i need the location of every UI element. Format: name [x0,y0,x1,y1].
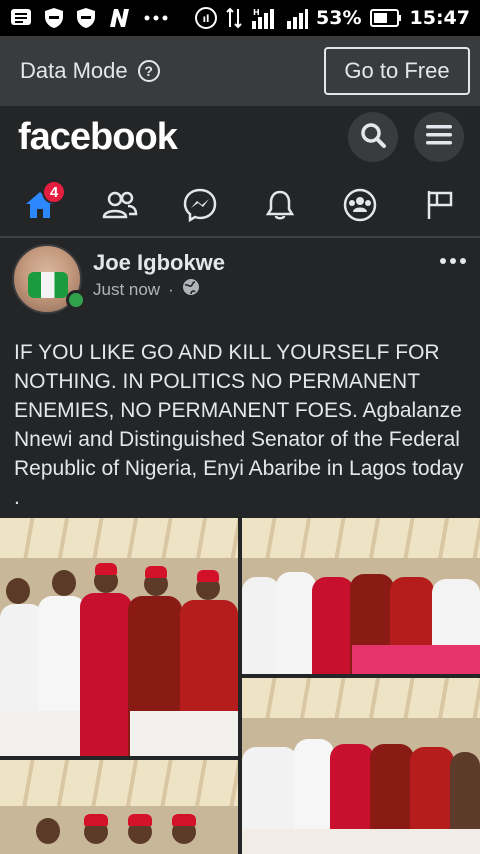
more-dot [450,258,456,264]
main-nav: 4 [0,178,480,236]
post-text: IF YOU LIKE GO AND KILL YOURSELF FOR NOT… [14,341,464,509]
messenger-icon [183,188,217,227]
tab-home[interactable]: 4 [0,178,80,236]
status-icons-left [10,7,168,29]
tent-canopy [242,678,480,718]
more-dot [440,258,446,264]
data-arrows-icon [226,7,242,29]
shield-icon [76,7,96,29]
table [0,711,80,756]
post-photo[interactable] [242,518,480,674]
person [80,592,132,756]
tab-groups[interactable] [320,178,400,236]
status-bar: ıl H 53% 15:47 [0,0,480,36]
help-icon[interactable]: ? [137,60,160,82]
person [312,576,354,674]
face-mask [28,272,68,298]
post-options-button[interactable] [440,258,466,264]
data-mode-bar: Data Mode ? Go to Free [0,36,480,106]
groups-icon [343,188,377,227]
meta-separator: · [168,279,174,299]
red-cap [95,562,117,575]
post-photo[interactable] [0,760,238,854]
photo-people [0,781,238,854]
person [276,571,316,674]
bell-icon [265,189,295,226]
photo-people [242,717,480,854]
head [36,818,60,844]
signal-icon [286,7,309,29]
post-meta: Just now · [93,278,200,301]
menu-icon [425,123,453,152]
table [130,711,238,756]
flag-icon [425,189,455,226]
facebook-logo[interactable]: facebook [18,116,178,159]
post-photo[interactable] [0,518,238,756]
online-indicator [66,290,86,310]
search-button[interactable] [348,112,398,162]
red-cap [84,814,108,826]
data-mode-label: Data Mode [20,58,128,83]
photo-people [0,562,238,756]
red-cap [197,570,219,583]
tab-messenger[interactable] [160,178,240,236]
head [52,570,76,597]
message-icon [10,8,32,28]
table [242,829,480,854]
battery-icon [369,9,402,27]
status-icons-right: ıl H 53% 15:47 [194,6,470,30]
red-cap [172,814,196,826]
red-cap [145,566,167,579]
search-icon [359,121,387,154]
tab-pages[interactable] [400,178,480,236]
notification-badge: 4 [42,180,66,204]
photo-people [242,552,480,674]
post-time[interactable]: Just now [93,280,160,300]
tent-canopy [0,518,238,558]
facebook-header: facebook 4 [0,106,480,238]
head [6,577,30,604]
more-dots-icon [144,15,168,21]
svg-text:ıl: ıl [203,14,210,25]
globe-icon [182,278,200,301]
clock: 15:47 [409,7,470,29]
hotspot-icon: ıl [194,6,218,30]
battery-percent: 53% [316,7,362,29]
post-author[interactable]: Joe Igbokwe [93,250,225,276]
signal-h-icon: H [250,7,278,29]
feed-post: Joe Igbokwe Just now · IF YOU LIKE GO AN… [0,238,480,854]
post-photo[interactable] [242,678,480,854]
more-dot [460,258,466,264]
menu-button[interactable] [414,112,464,162]
friends-icon [102,190,138,225]
n-icon [108,8,132,28]
red-cap [128,814,152,826]
table [352,644,480,674]
tab-notifications[interactable] [240,178,320,236]
svg-text:H: H [253,8,260,17]
person [242,576,280,674]
go-to-free-button[interactable]: Go to Free [324,47,470,95]
tab-friends[interactable] [80,178,160,236]
shield-icon [44,7,64,29]
